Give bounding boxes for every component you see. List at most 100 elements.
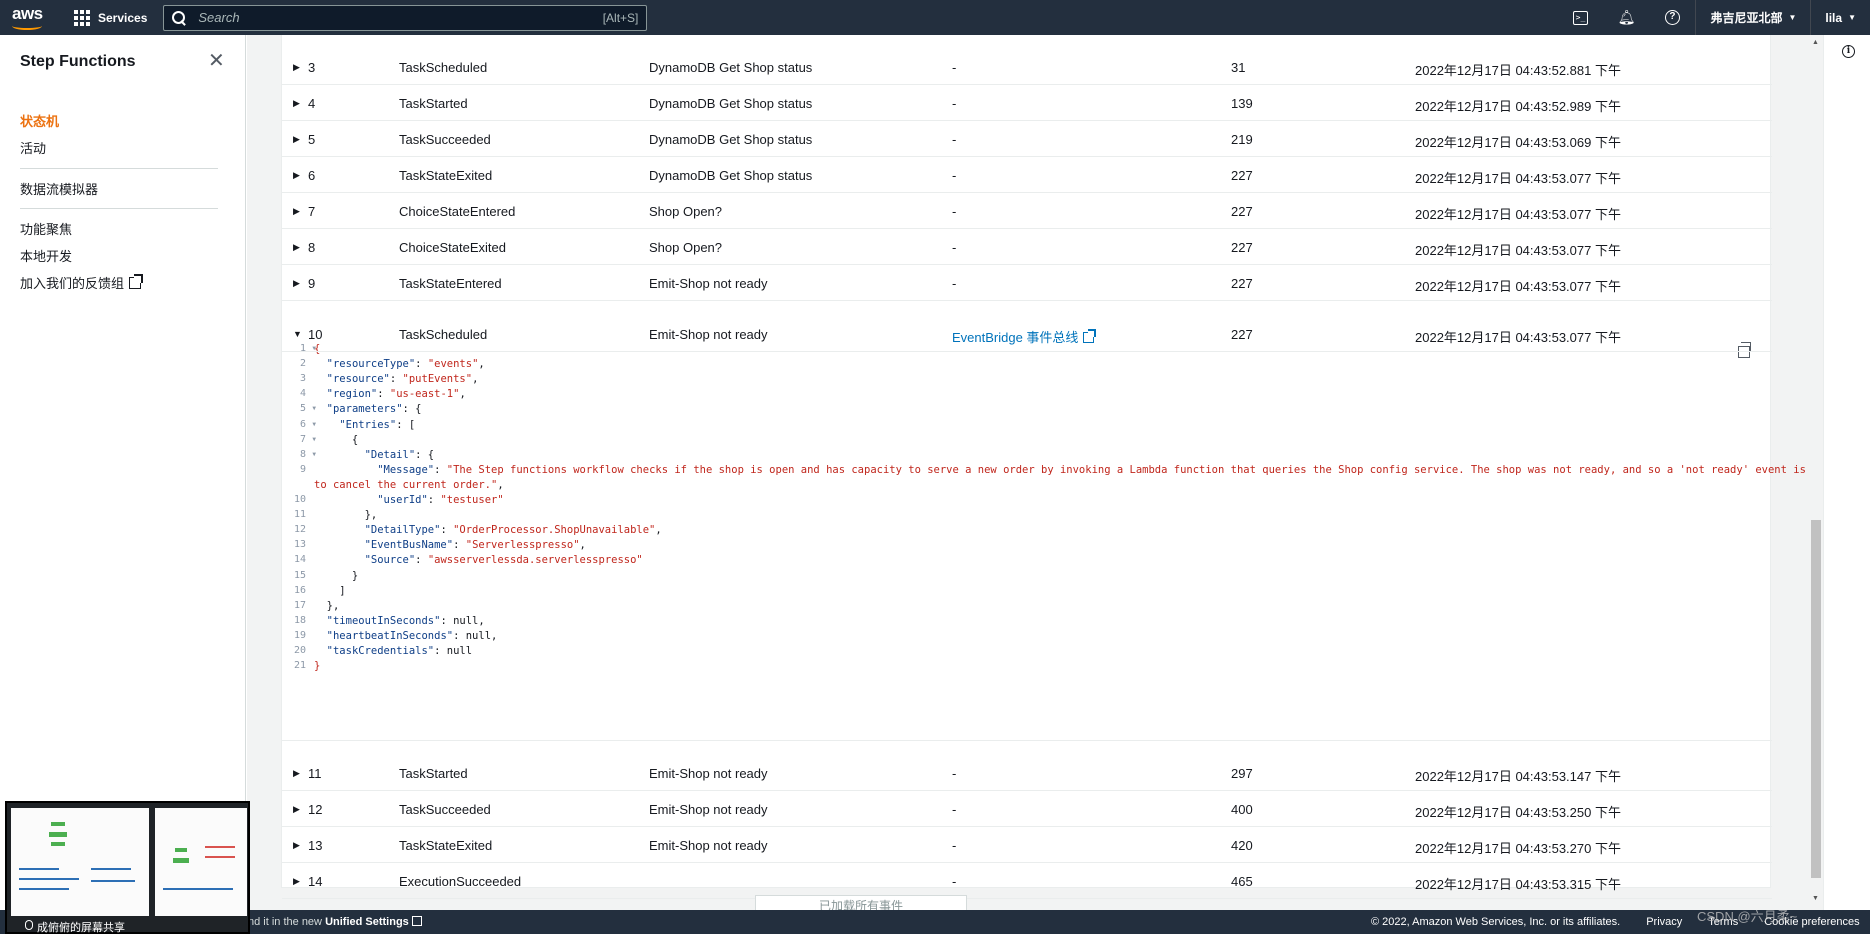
expand-caret-right-icon[interactable]: ▶: [293, 62, 300, 73]
screen-share-preview[interactable]: 成俯俯的屏幕共享: [5, 801, 250, 934]
search-box[interactable]: [Alt+S]: [163, 4, 648, 31]
event-step: Emit-Shop not ready: [649, 802, 768, 817]
sidebar-item-data-flow-simulator[interactable]: 数据流模拟器: [20, 179, 98, 198]
region-selector[interactable]: 弗吉尼亚北部 ▼: [1695, 0, 1810, 35]
event-timestamp: 2022年12月17日 04:43:53.077 下午: [1415, 207, 1621, 222]
event-elapsed-ms: 400: [1231, 802, 1253, 817]
vertical-scrollbar[interactable]: ▲ ▼: [1809, 35, 1823, 910]
search-icon: [172, 10, 186, 25]
event-type: TaskStarted: [399, 96, 468, 111]
main-content: 1 ▼ 2 3 4 5 ▼ 6 ▼ 7 ▼ 8 ▼ 9 10 11 12 13 14 15 16 17 18 19 20 21 {…: [247, 35, 1856, 910]
aws-logo[interactable]: aws: [8, 0, 66, 35]
load-more-button[interactable]: 已加载所有事件: [755, 895, 967, 910]
sidebar-item-local-development[interactable]: 本地开发: [20, 246, 72, 265]
event-timestamp: 2022年12月17日 04:43:53.315 下午: [1415, 877, 1621, 892]
code-line: {: [314, 433, 359, 446]
line-number: 10: [293, 494, 306, 505]
cloudshell-button[interactable]: >_: [1557, 0, 1603, 35]
unified-settings-link[interactable]: Unified Settings: [325, 916, 409, 928]
expand-caret-right-icon[interactable]: ▶: [293, 206, 300, 217]
notifications-button[interactable]: 🔔︎: [1603, 0, 1649, 35]
event-type: TaskScheduled: [399, 60, 488, 75]
event-step: Emit-Shop not ready: [649, 276, 768, 291]
event-row[interactable]: ▼ 10 TaskScheduled Emit-Shop not ready Event…: [282, 316, 1772, 352]
event-timestamp: 2022年12月17日 04:43:53.270 下午: [1415, 841, 1621, 856]
close-icon[interactable]: ✕: [208, 51, 225, 71]
event-row[interactable]: ▶ 9 TaskStateEntered Emit-Shop not ready - 22…: [282, 265, 1772, 301]
event-timestamp: 2022年12月17日 04:43:52.989 下午: [1415, 99, 1621, 114]
services-menu-button[interactable]: Services: [66, 0, 155, 35]
event-type: ChoiceStateEntered: [399, 204, 516, 219]
sidebar-divider: [20, 208, 218, 209]
sidebar-item-state-machines[interactable]: 状态机: [20, 111, 59, 130]
help-button[interactable]: ?: [1649, 0, 1695, 35]
thumbnail-mark: [19, 868, 59, 870]
event-type: TaskStarted: [399, 766, 468, 781]
event-elapsed-ms: 297: [1231, 766, 1253, 781]
search-shortcut-hint: [Alt+S]: [602, 10, 639, 25]
scrollbar-thumb[interactable]: [1811, 520, 1821, 878]
event-step: DynamoDB Get Shop status: [649, 96, 813, 111]
sidebar-item-feedback-group[interactable]: 加入我们的反馈组: [20, 273, 144, 292]
sidebar-item-activities[interactable]: 活动: [20, 138, 46, 157]
expand-caret-right-icon[interactable]: ▶: [293, 876, 300, 887]
code-line: "heartbeatInSeconds": null,: [326, 629, 498, 642]
scroll-up-icon[interactable]: ▲: [1812, 39, 1819, 46]
line-number: 18: [293, 614, 306, 626]
event-id: 12: [308, 802, 323, 817]
services-label: Services: [98, 10, 148, 25]
event-row[interactable]: ▶ 8 ChoiceStateExited Shop Open? - 227 2022年12…: [282, 229, 1772, 265]
event-resource: -: [952, 240, 957, 255]
event-row[interactable]: ▶ 13 TaskStateExited Emit-Shop not ready - 42…: [282, 827, 1772, 863]
expand-caret-right-icon[interactable]: ▶: [293, 278, 300, 289]
external-link-icon: [129, 274, 144, 289]
event-id: 14: [308, 874, 323, 889]
event-resource: -: [952, 168, 957, 183]
event-elapsed-ms: 219: [1231, 132, 1253, 147]
search-input[interactable]: [198, 10, 603, 25]
side-navigation: Step Functions ✕ 状态机 活动 数据流模拟器 功能聚焦 本地开发…: [0, 35, 246, 910]
code-line: "region": "us-east-1",: [326, 388, 466, 401]
code-gutter: 1 ▼ 2 3 4 5 ▼ 6 ▼ 7 ▼ 8 ▼ 9 10 11 12 13 14 15 16 17 18 19 20 21: [282, 338, 316, 741]
privacy-link[interactable]: Privacy: [1646, 916, 1682, 928]
scroll-down-icon[interactable]: ▼: [1812, 895, 1819, 902]
expand-caret-down-icon[interactable]: ▼: [293, 329, 302, 339]
account-menu[interactable]: lila ▼: [1810, 0, 1870, 35]
event-row[interactable]: ▶ 14 ExecutionSucceeded - 465 2022年12月17日 04:…: [282, 863, 1772, 899]
code-line: "resource": "putEvents",: [326, 373, 479, 386]
expand-caret-right-icon[interactable]: ▶: [293, 840, 300, 851]
expand-caret-right-icon[interactable]: ▶: [293, 98, 300, 109]
thumbnail-mark: [173, 858, 189, 863]
event-resource: -: [952, 96, 957, 111]
event-row[interactable]: ▶ 4 TaskStarted DynamoDB Get Shop status - 13…: [282, 85, 1772, 121]
code-line: "DetailType": "OrderProcessor.ShopUnavai…: [364, 524, 662, 537]
help-icon: ?: [1664, 10, 1680, 25]
thumbnail-mark: [51, 842, 65, 846]
event-type: TaskScheduled: [399, 327, 488, 342]
expand-caret-right-icon[interactable]: ▶: [293, 768, 300, 779]
event-row[interactable]: ▶ 5 TaskSucceeded DynamoDB Get Shop status -…: [282, 121, 1772, 157]
event-row[interactable]: ▶ 3 TaskScheduled DynamoDB Get Shop status -…: [282, 49, 1772, 85]
code-line: "taskCredentials": null: [326, 645, 473, 657]
event-elapsed-ms: 31: [1231, 60, 1246, 75]
expand-caret-right-icon[interactable]: ▶: [293, 804, 300, 815]
event-row[interactable]: ▶ 11 TaskStarted Emit-Shop not ready - 297 202…: [282, 755, 1772, 791]
info-icon[interactable]: i: [1842, 45, 1855, 58]
event-timestamp: 2022年12月17日 04:43:53.147 下午: [1415, 769, 1621, 784]
event-row[interactable]: ▶ 7 ChoiceStateEntered Shop Open? - 227 2022年1…: [282, 193, 1772, 229]
thumbnail-mark: [175, 848, 187, 852]
expand-caret-right-icon[interactable]: ▶: [293, 242, 300, 253]
event-resource-link[interactable]: EventBridge 事件总线: [952, 327, 1097, 346]
event-row[interactable]: ▶ 12 TaskSucceeded Emit-Shop not ready - 400 2…: [282, 791, 1772, 827]
sidebar-item-feature-spotlight[interactable]: 功能聚焦: [20, 219, 72, 238]
event-step: DynamoDB Get Shop status: [649, 60, 813, 75]
help-panel-rail: i: [1823, 35, 1870, 910]
expand-caret-right-icon[interactable]: ▶: [293, 134, 300, 145]
nav-right-group: >_ 🔔︎ ? 弗吉尼亚北部 ▼ lila ▼: [1557, 0, 1870, 35]
code-line: "Message": "The Step functions workflow …: [377, 463, 1857, 476]
thumbnail-mark: [19, 888, 69, 890]
line-number: 13: [293, 539, 306, 551]
event-row[interactable]: ▶ 6 TaskStateExited DynamoDB Get Shop statu…: [282, 157, 1772, 193]
expand-caret-right-icon[interactable]: ▶: [293, 170, 300, 181]
event-type: ChoiceStateExited: [399, 240, 506, 255]
